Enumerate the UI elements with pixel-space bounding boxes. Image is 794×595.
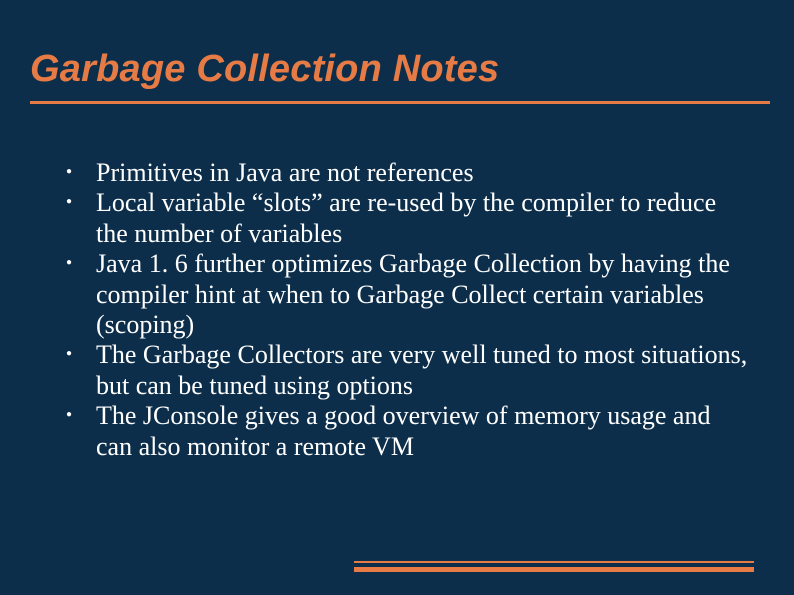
bullet-item: Primitives in Java are not references	[62, 158, 750, 188]
title-underline	[30, 101, 770, 104]
footer-decoration	[354, 561, 754, 572]
bullet-item: Local variable “slots” are re-used by th…	[62, 188, 750, 249]
bullet-item: The JConsole gives a good overview of me…	[62, 401, 750, 462]
footer-rule-thick	[354, 567, 754, 572]
slide-container: Garbage Collection Notes Primitives in J…	[0, 0, 794, 595]
slide-content: Primitives in Java are not references Lo…	[62, 158, 750, 462]
bullet-item: Java 1. 6 further optimizes Garbage Coll…	[62, 249, 750, 340]
bullet-item: The Garbage Collectors are very well tun…	[62, 340, 750, 401]
bullet-list: Primitives in Java are not references Lo…	[62, 158, 750, 462]
footer-rule-thin	[354, 561, 754, 563]
slide-title: Garbage Collection Notes	[30, 48, 750, 91]
